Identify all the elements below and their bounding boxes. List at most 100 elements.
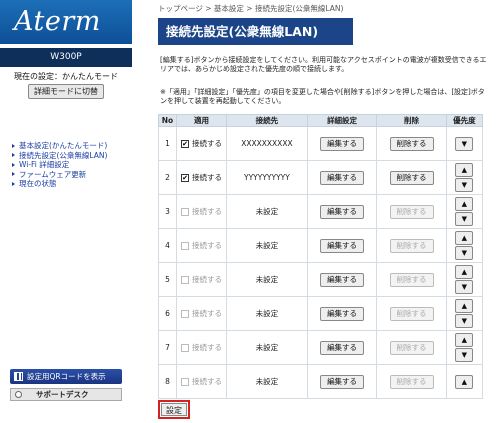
apply-cell: ✔ 接続する — [176, 126, 227, 161]
apply-checkbox — [181, 310, 189, 318]
qr-button-label: 設定用QRコードを表示 — [27, 372, 106, 381]
apply-cell: 接続する — [176, 296, 227, 331]
support-desk-button[interactable]: サポートデスク — [10, 388, 122, 401]
apply-label: 接続する — [192, 173, 222, 182]
edit-button[interactable]: 編集する — [320, 306, 365, 321]
priority-down-button[interactable]: ▼ — [455, 280, 474, 294]
row-number: 5 — [158, 262, 177, 297]
delete-cell: 削除する — [376, 262, 447, 297]
show-qr-code-button[interactable]: 設定用QRコードを表示 — [10, 369, 122, 384]
switch-mode-button[interactable]: 詳細モードに切替 — [28, 84, 104, 99]
destination-cell: 未設定 — [226, 364, 308, 399]
edit-cell: 編集する — [306, 194, 378, 229]
priority-cell: ▲ ▼ — [445, 160, 484, 195]
edit-cell: 編集する — [306, 262, 378, 297]
priority-down-button[interactable]: ▼ — [455, 348, 474, 362]
delete-button: 削除する — [389, 340, 434, 355]
priority-up-button[interactable]: ▲ — [455, 163, 474, 177]
priority-up-button[interactable]: ▲ — [455, 231, 474, 245]
apply-checkbox[interactable]: ✔ — [181, 140, 189, 148]
column-header-priority: 優先度 — [445, 114, 484, 127]
priority-up-button[interactable]: ▲ — [455, 333, 474, 347]
edit-button[interactable]: 編集する — [320, 340, 365, 355]
priority-cell: ▼ — [445, 126, 484, 161]
priority-down-button[interactable]: ▼ — [455, 136, 474, 151]
apply-checkbox[interactable]: ✔ — [181, 174, 189, 182]
sidebar-item-label: 接続先設定(公衆無線LAN) — [19, 150, 108, 160]
apply-checkbox — [181, 276, 189, 284]
priority-cell: ▲ ▼ — [445, 228, 484, 263]
destination-cell: XXXXXXXXXX — [226, 126, 308, 161]
sidebar: Aterm W300P 現在の設定：かんたんモード 詳細モードに切替 基本設定(… — [0, 0, 132, 423]
edit-button[interactable]: 編集する — [320, 374, 365, 389]
apply-cell: 接続する — [176, 262, 227, 297]
sidebar-item-label: Wi-Fi 詳細設定 — [19, 160, 70, 169]
apply-checkbox — [181, 378, 189, 386]
apply-label: 接続する — [192, 139, 222, 148]
sidebar-item-firmware-update[interactable]: ファームウェア更新 — [12, 170, 132, 180]
sidebar-item-basic-settings[interactable]: 基本設定(かんたんモード) — [12, 141, 132, 151]
priority-up-button[interactable]: ▲ — [455, 265, 474, 279]
sidebar-item-label: 現在の状態 — [19, 179, 57, 188]
edit-cell: 編集する — [306, 364, 378, 399]
delete-cell: 削除する — [376, 160, 447, 195]
priority-cell: ▲ ▼ — [445, 262, 484, 297]
destination-cell: 未設定 — [226, 262, 308, 297]
priority-up-button[interactable]: ▲ — [455, 197, 474, 211]
bullet-icon — [12, 162, 15, 167]
set-button[interactable]: 設定 — [158, 400, 190, 419]
priority-down-button[interactable]: ▼ — [455, 246, 474, 260]
apply-checkbox — [181, 208, 189, 216]
edit-button[interactable]: 編集する — [320, 272, 365, 287]
table-row: 6 接続する 未設定 編集する 削除する ▲ ▼ — [158, 296, 484, 331]
sidebar-item-label: ファームウェア更新 — [19, 169, 87, 179]
delete-cell: 削除する — [376, 126, 447, 161]
apply-cell: ✔ 接続する — [176, 160, 227, 195]
qr-code-icon — [14, 372, 23, 381]
priority-up-button[interactable]: ▲ — [455, 374, 474, 389]
edit-cell: 編集する — [306, 160, 378, 195]
sidebar-item-connection-settings[interactable]: 接続先設定(公衆無線LAN) — [12, 151, 132, 161]
sidebar-nav: 基本設定(かんたんモード) 接続先設定(公衆無線LAN) Wi-Fi 詳細設定 … — [12, 141, 132, 189]
destination-cell: 未設定 — [226, 194, 308, 229]
apply-checkbox — [181, 242, 189, 250]
row-number: 4 — [158, 228, 177, 263]
apply-cell: 接続する — [176, 364, 227, 399]
apply-label: 接続する — [192, 241, 222, 250]
priority-down-button[interactable]: ▼ — [455, 178, 474, 192]
current-setting-label: 現在の設定：かんたんモード — [14, 72, 118, 81]
priority-cell: ▲ ▼ — [445, 296, 484, 331]
support-button-label: サポートデスク — [36, 390, 89, 399]
breadcrumb: トップページ > 基本設定 > 接続先設定(公衆無線LAN) — [158, 4, 344, 13]
table-row: 7 接続する 未設定 編集する 削除する ▲ ▼ — [158, 330, 484, 365]
column-header-delete: 削除 — [376, 114, 447, 127]
priority-up-button[interactable]: ▲ — [455, 299, 474, 313]
model-name: W300P — [0, 48, 132, 67]
edit-button[interactable]: 編集する — [320, 238, 365, 253]
apply-checkbox — [181, 344, 189, 352]
destination-cell: 未設定 — [226, 330, 308, 365]
priority-cell: ▲ ▼ — [445, 194, 484, 229]
apply-cell: 接続する — [176, 194, 227, 229]
edit-button[interactable]: 編集する — [320, 170, 365, 185]
priority-down-button[interactable]: ▼ — [455, 314, 474, 328]
row-number: 3 — [158, 194, 177, 229]
destination-cell: YYYYYYYYYY — [226, 160, 308, 195]
priority-down-button[interactable]: ▼ — [455, 212, 474, 226]
priority-cell: ▲ — [445, 364, 484, 399]
sidebar-item-status[interactable]: 現在の状態 — [12, 179, 132, 189]
column-header-no: No — [158, 114, 177, 127]
connection-table: No 適用 接続先 詳細設定 削除 優先度 1 ✔ 接続する XXXXXXXXXX 編集… — [158, 114, 484, 399]
apply-label: 接続する — [192, 377, 222, 386]
edit-button[interactable]: 編集する — [320, 136, 365, 151]
table-row: 5 接続する 未設定 編集する 削除する ▲ ▼ — [158, 262, 484, 297]
apply-label: 接続する — [192, 309, 222, 318]
sidebar-item-wifi-advanced[interactable]: Wi-Fi 詳細設定 — [12, 160, 132, 170]
delete-cell: 削除する — [376, 228, 447, 263]
edit-cell: 編集する — [306, 330, 378, 365]
page-root: Aterm W300P 現在の設定：かんたんモード 詳細モードに切替 基本設定(… — [0, 0, 500, 423]
edit-button[interactable]: 編集する — [320, 204, 365, 219]
delete-button[interactable]: 削除する — [389, 170, 434, 185]
row-number: 2 — [158, 160, 177, 195]
delete-button[interactable]: 削除する — [389, 136, 434, 151]
